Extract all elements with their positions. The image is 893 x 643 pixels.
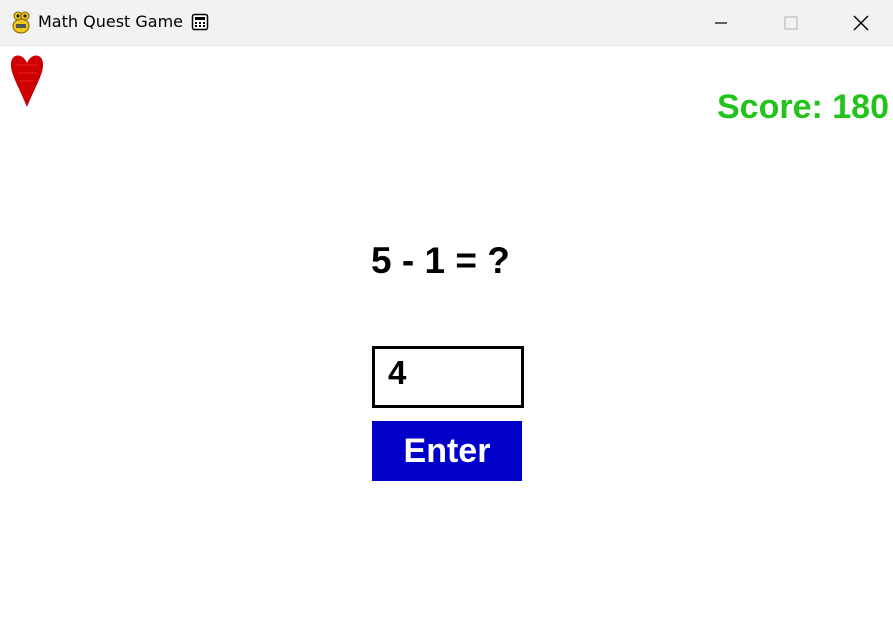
game-canvas: Score: 180 5 - 1 = ? 4 Enter	[0, 46, 893, 643]
heart-icon	[10, 55, 44, 107]
close-icon	[853, 15, 869, 30]
title-bar: Math Quest Game	[0, 0, 893, 46]
score-label: Score: 180	[717, 88, 889, 126]
minimize-button[interactable]	[686, 0, 756, 45]
question-text: 5 - 1 = ?	[371, 240, 510, 281]
window-title: Math Quest Game	[38, 12, 184, 31]
maximize-icon	[784, 15, 798, 30]
calculator-icon	[191, 13, 209, 31]
close-button[interactable]	[826, 0, 893, 45]
maximize-button[interactable]	[756, 0, 826, 45]
enter-button[interactable]: Enter	[372, 421, 522, 481]
minimize-icon	[715, 21, 727, 24]
pygame-snake-icon	[12, 11, 30, 34]
answer-input[interactable]: 4	[372, 346, 524, 408]
answer-value: 4	[388, 354, 407, 391]
